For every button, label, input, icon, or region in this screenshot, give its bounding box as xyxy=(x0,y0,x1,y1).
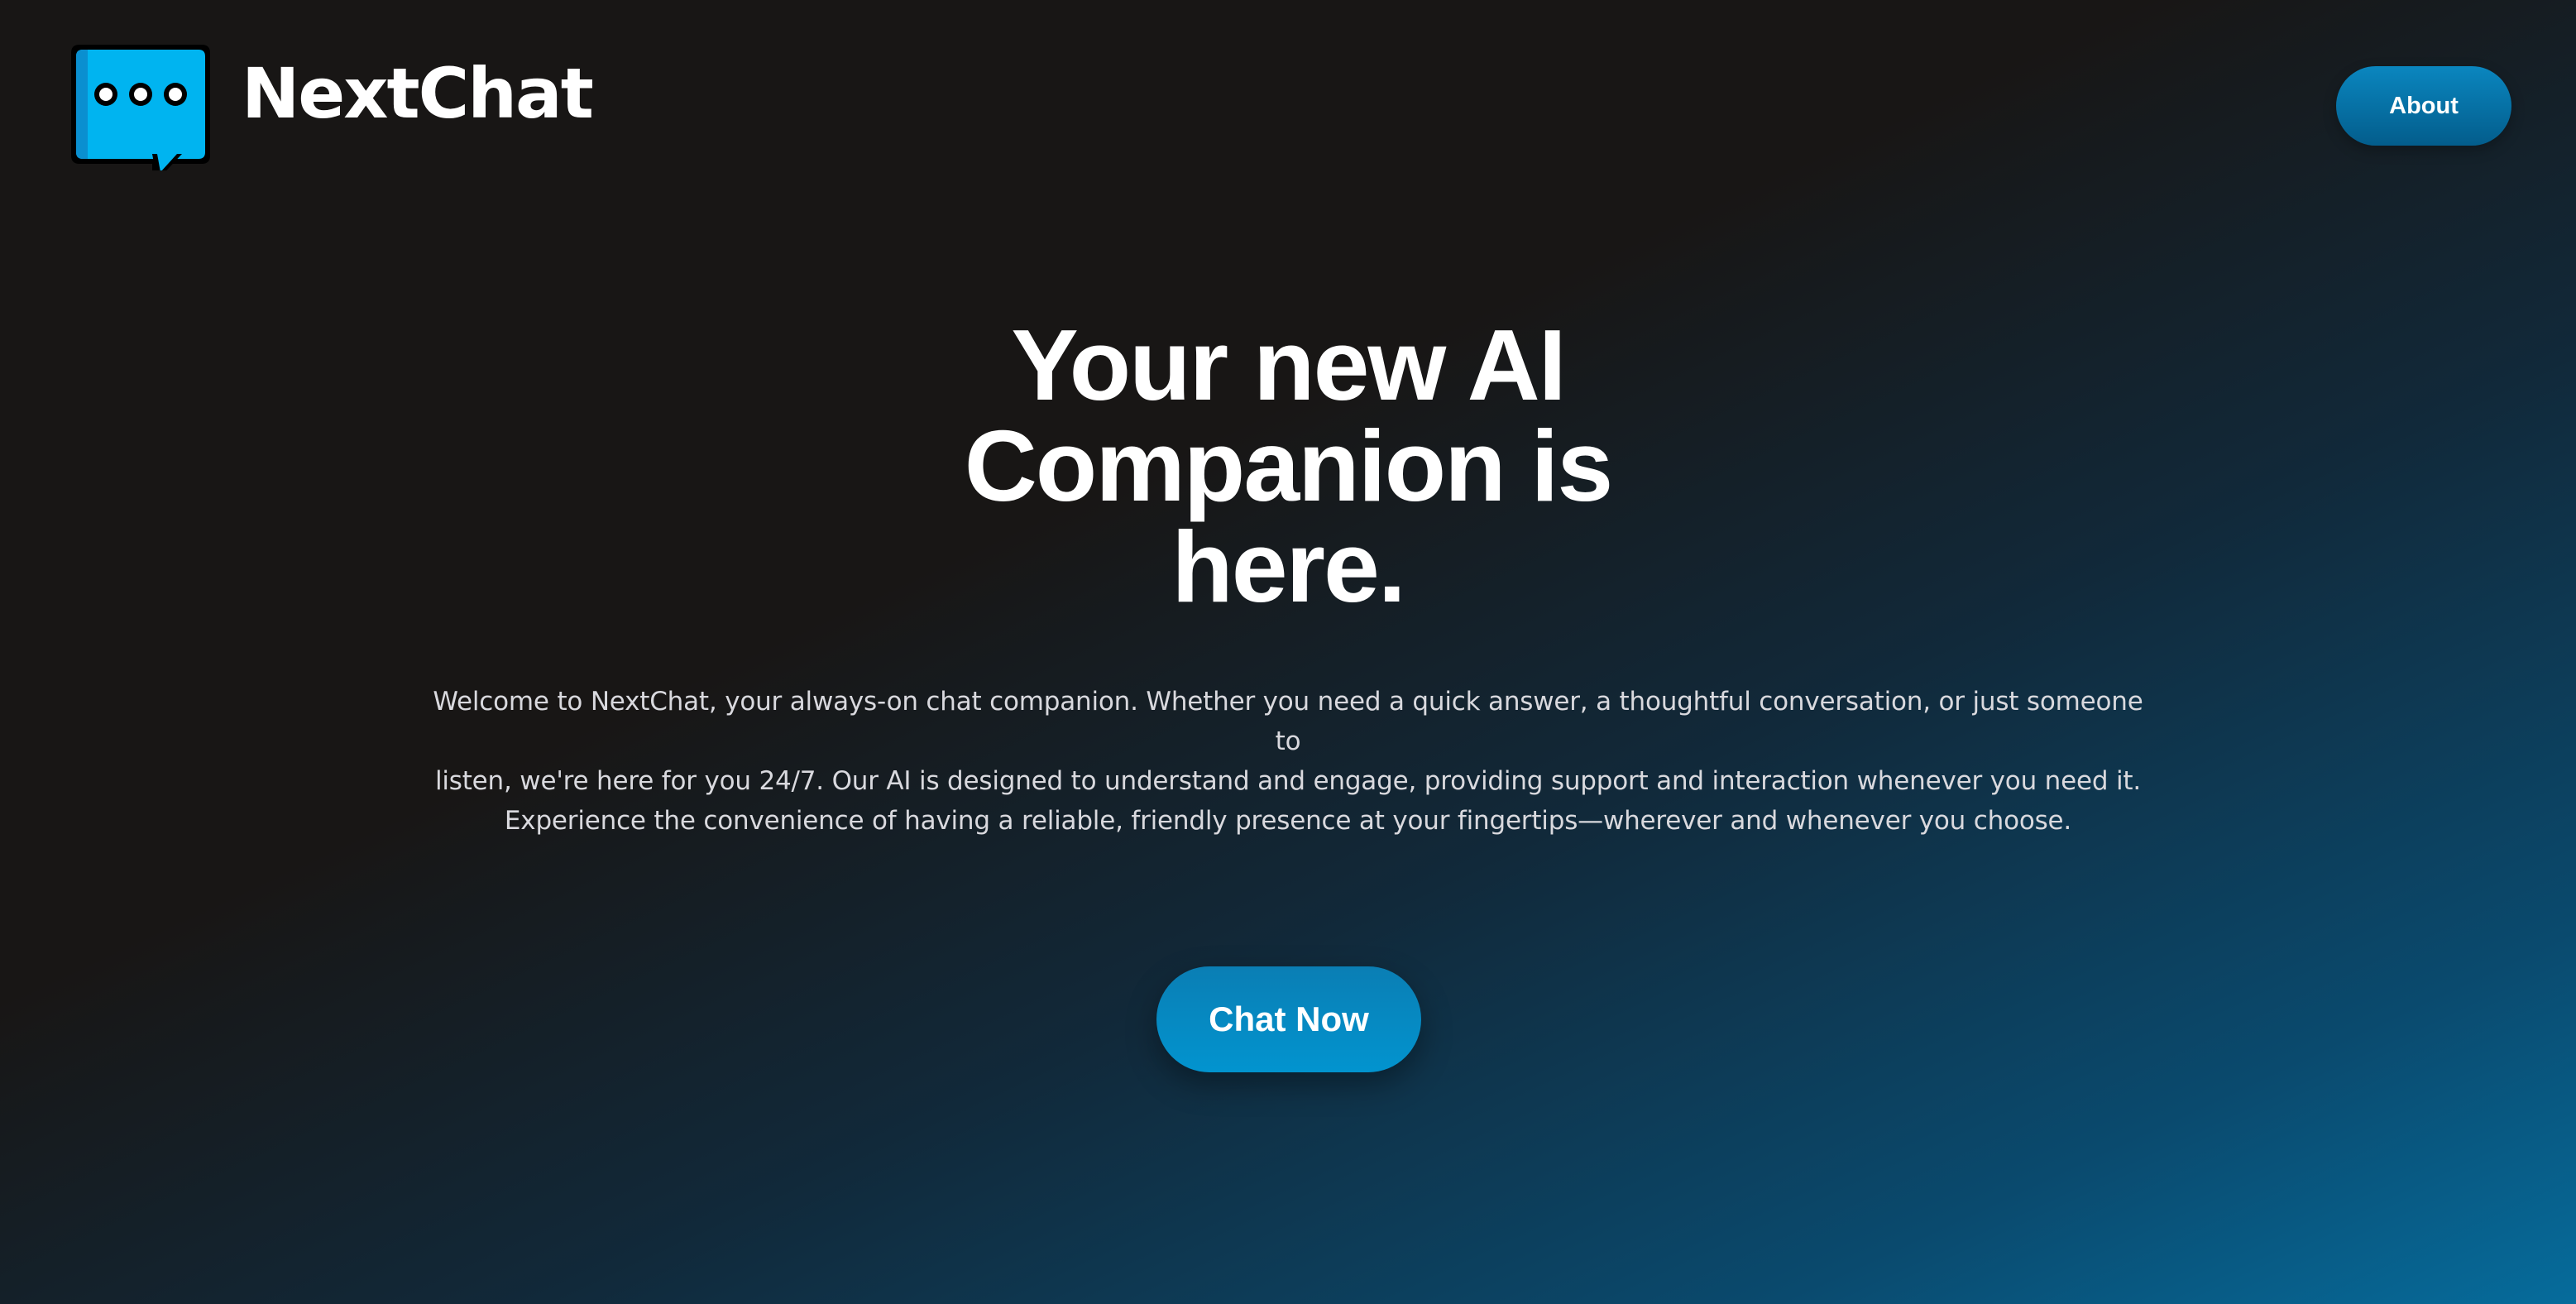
logo[interactable]: NextChat xyxy=(66,41,594,170)
hero-description-line-1: Welcome to NextChat, your always-on chat… xyxy=(433,687,2143,756)
hero-description: Welcome to NextChat, your always-on chat… xyxy=(430,682,2146,841)
chat-now-button[interactable]: Chat Now xyxy=(1156,966,1421,1072)
hero-title-line-2: Companion is xyxy=(964,410,1614,522)
hero-description-line-2: listen, we're here for you 24/7. Our AI … xyxy=(434,766,2142,796)
brand-name: NextChat xyxy=(242,53,594,134)
about-button[interactable]: About xyxy=(2336,66,2511,146)
site-header: NextChat About xyxy=(0,0,2576,182)
hero-description-line-3: Experience the convenience of having a r… xyxy=(504,806,2072,836)
chat-bubble-icon xyxy=(66,41,215,170)
hero-title: Your new AI Companion is here. xyxy=(0,314,2576,617)
hero-title-line-3: here. xyxy=(1171,511,1406,623)
hero-title-line-1: Your new AI xyxy=(1011,309,1566,421)
